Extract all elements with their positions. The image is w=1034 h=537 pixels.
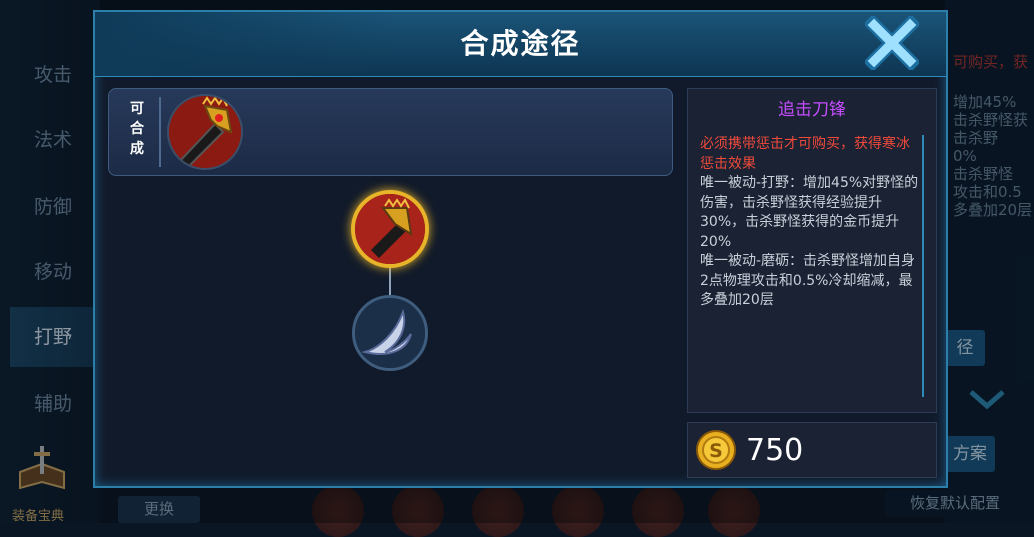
combinable-label: 可 合 成 xyxy=(119,99,155,159)
red-crowned-blade-icon xyxy=(169,96,241,168)
item-name: 追击刀锋 xyxy=(778,100,846,120)
chasing-blade-icon xyxy=(355,194,425,264)
item-description[interactable]: 必须携带惩击才可购买，获得寒冰惩击效果 唯一被动-打野：增加45%对野怪的伤害，… xyxy=(700,135,924,397)
combinable-items-row: 可 合 成 xyxy=(108,88,673,176)
item-passive-sharpen: 唯一被动-磨砺：击杀野怪增加自身2点物理攻击和0.5%冷却缩减，最多叠加20层 xyxy=(700,253,916,308)
combinable-item-slot[interactable] xyxy=(169,96,241,168)
price-box: S 750 xyxy=(687,422,937,478)
item-price: 750 xyxy=(746,433,804,468)
item-detail-panel: 追击刀锋 必须携带惩击才可购买，获得寒冰惩击效果 唯一被动-打野：增加45%对野… xyxy=(687,88,937,413)
item-requirement: 必须携带惩击才可购买，获得寒冰惩击效果 xyxy=(700,136,910,172)
selected-item-node[interactable] xyxy=(351,190,429,268)
svg-text:S: S xyxy=(709,440,723,462)
dialog-title: 合成途径 xyxy=(460,27,581,60)
label-char: 成 xyxy=(130,141,144,157)
label-char: 可 xyxy=(130,101,144,117)
dialog-titlebar: 合成途径 xyxy=(95,12,946,77)
divider xyxy=(159,97,161,167)
component-item-node[interactable] xyxy=(352,295,428,371)
label-char: 合 xyxy=(130,121,144,137)
synthesis-path-dialog: 合成途径 可 合 成 追击刀锋 必须携带惩击才可购买，获得寒冰惩击效果 唯一被动… xyxy=(93,10,948,488)
gold-coin-icon: S xyxy=(696,430,736,470)
item-passive-jungle: 唯一被动-打野：增加45%对野怪的伤害，击杀野怪获得经验提升30%，击杀野怪获得… xyxy=(700,175,919,250)
hunting-blade-icon xyxy=(355,298,425,368)
close-icon[interactable] xyxy=(865,16,919,70)
